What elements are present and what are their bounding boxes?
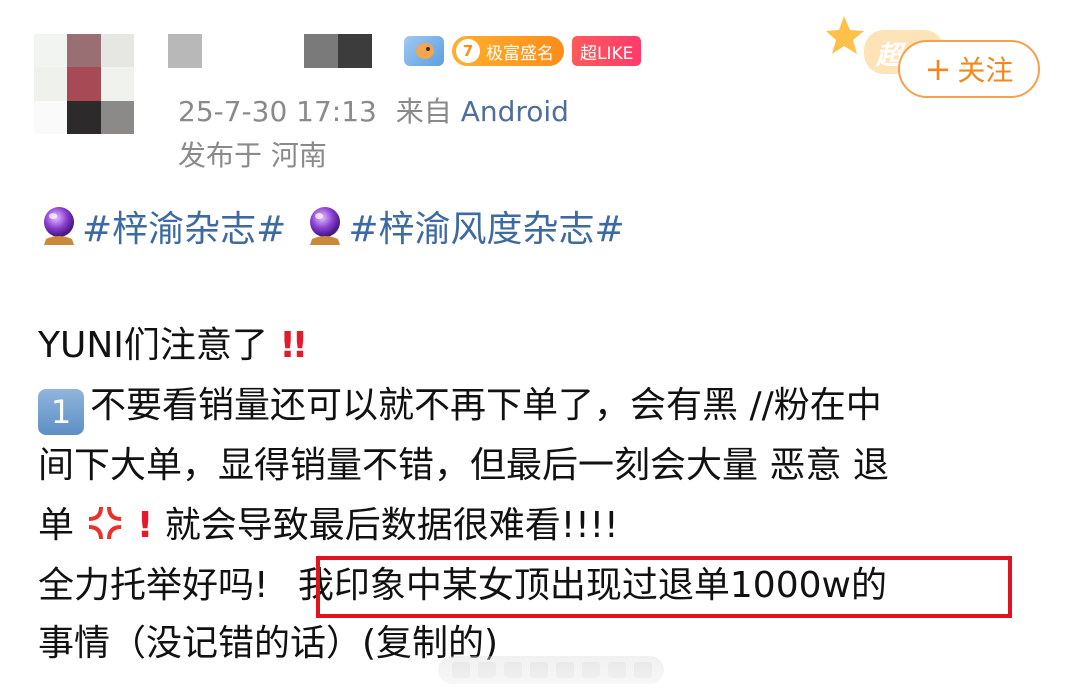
post-line: 间下大单，显得销量不错，但最后一刻会大量 恶意 退 [38,438,889,494]
double-exclamation-icon: !! [279,325,308,366]
post-text: 单 [38,505,75,546]
highlight-box [316,556,1012,618]
post-text: 就会导致最后数据很难看!!!! [164,505,619,546]
source-link[interactable]: Android [461,95,569,128]
exclamation-icon: ! [136,505,154,546]
bottom-fade [0,656,1080,694]
post-line: 单 ! 就会导致最后数据很难看!!!! [38,498,619,554]
post-text: YUNI们注意了 [38,325,268,366]
hashtag-row: #梓渝杂志# #梓渝风度杂志# [40,200,625,252]
timestamp: 25-7-30 17:13 [178,95,377,128]
crystal-ball-icon [310,207,341,245]
username[interactable] [168,34,372,68]
post-meta: 25-7-30 17:13 来自 Android [178,90,569,130]
post-line: YUNI们注意了 !! [38,318,308,374]
post-line: 1 不要看销量还可以就不再下单了，会有黑 //粉在中 [38,378,882,435]
source-prefix: 来自 [395,95,452,128]
hashtag-text: #梓渝风度杂志# [348,209,625,250]
post-text: 间下大单，显得销量不错，但最后一刻会大量 恶意 退 [38,445,889,486]
hashtag-text: #梓渝杂志# [82,209,287,250]
post-text: 不要看销量还可以就不再下单了，会有黑 //粉在中 [90,385,882,426]
user-badges: 7 极富盛名 超LIKE [404,34,642,68]
level-number: 7 [456,39,480,63]
plus-icon: + [924,50,952,88]
hashtag-link[interactable]: #梓渝杂志# [40,200,286,252]
keycap-one-icon: 1 [38,389,84,435]
anger-symbol-icon [89,507,122,539]
avatar[interactable] [34,34,134,134]
super-like-badge[interactable]: 超LIKE [572,36,642,66]
level-badge[interactable]: 7 极富盛名 [452,36,564,66]
follow-button[interactable]: + 关注 [898,40,1040,98]
location: 发布于 河南 [178,139,327,172]
crystal-ball-icon [44,207,74,245]
level-title: 极富盛名 [486,43,554,64]
post-text: 全力托举好吗! [38,565,269,606]
hashtag-link[interactable]: #梓渝风度杂志# [306,200,625,252]
fan-badge-icon[interactable] [404,36,444,66]
follow-label: 关注 [957,54,1014,87]
